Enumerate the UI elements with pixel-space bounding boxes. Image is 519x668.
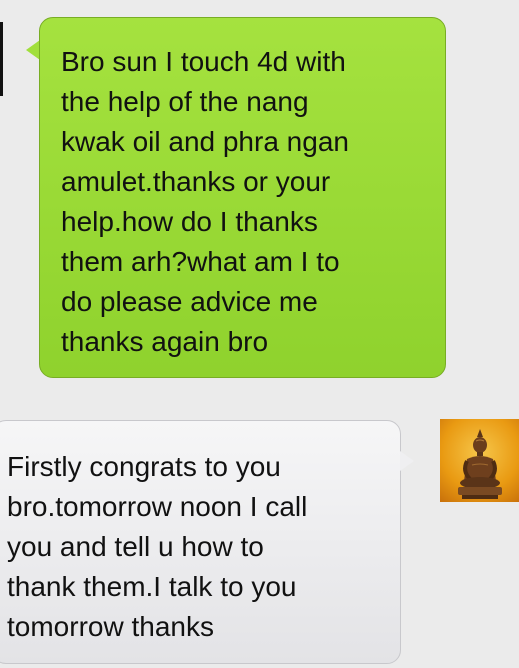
outgoing-bubble-tail: [400, 451, 414, 471]
outgoing-message-bubble[interactable]: Firstly congrats to you bro.tomorrow noo…: [0, 420, 401, 664]
contact-avatar[interactable]: [440, 419, 519, 502]
cut-off-element: [0, 22, 3, 96]
buddha-statue-icon: [458, 429, 502, 499]
incoming-message-bubble[interactable]: Bro sun I touch 4d with the help of the …: [39, 17, 446, 378]
incoming-bubble-tail: [26, 40, 40, 60]
